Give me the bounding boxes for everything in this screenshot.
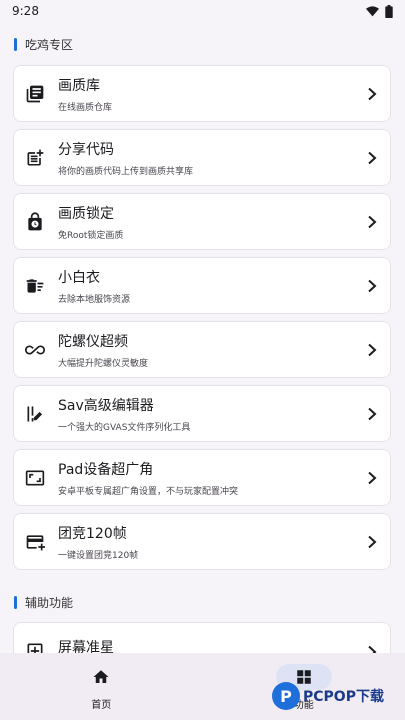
item-title: 画质锁定	[58, 205, 114, 222]
status-icons	[366, 4, 393, 18]
item-subtitle: 将你的画质代码上传到画质共享库	[58, 166, 194, 177]
item-title: Sav高级编辑器	[58, 397, 154, 414]
chevron-right-icon	[368, 535, 377, 548]
item-title: 分享代码	[58, 141, 114, 158]
infinity-icon	[25, 340, 45, 360]
item-subtitle: 免Root锁定画质	[58, 230, 124, 241]
item-white-clothes[interactable]: 小白衣 去除本地服饰资源	[13, 257, 391, 314]
section-accent-bar	[14, 596, 17, 609]
chevron-right-icon	[368, 279, 377, 292]
chevron-right-icon	[368, 215, 377, 228]
section-title: 辅助功能	[25, 596, 74, 610]
item-sav-editor[interactable]: Sav高级编辑器 一个强大的GVAS文件序列化工具	[13, 385, 391, 442]
aspect-ratio-icon	[25, 468, 45, 488]
item-subtitle: 一键设置团竞120帧	[58, 550, 139, 561]
section-title: 吃鸡专区	[25, 38, 74, 52]
item-title: Pad设备超广角	[58, 461, 154, 478]
home-icon	[73, 664, 129, 690]
item-subtitle: 在线画质仓库	[58, 102, 113, 113]
chevron-right-icon	[368, 343, 377, 356]
pcpop-logo-icon: P	[272, 682, 300, 710]
nav-label: 首页	[91, 700, 112, 711]
library-icon	[25, 84, 45, 104]
status-bar: 9:28	[0, 0, 405, 22]
item-quality-lock[interactable]: 画质锁定 免Root锁定画质	[13, 193, 391, 250]
item-subtitle: 去除本地服饰资源	[58, 294, 131, 305]
item-gyro-overclock[interactable]: 陀螺仪超频 大幅提升陀螺仪灵敏度	[13, 321, 391, 378]
item-pad-wide-angle[interactable]: Pad设备超广角 安卓平板专属超广角设置，不与玩家配置冲突	[13, 449, 391, 506]
item-subtitle: 安卓平板专属超广角设置，不与玩家配置冲突	[58, 486, 239, 497]
section-accent-bar	[14, 38, 17, 51]
item-share-code[interactable]: 分享代码 将你的画质代码上传到画质共享库	[13, 129, 391, 186]
payment-card-icon	[25, 532, 45, 552]
item-quality-library[interactable]: 画质库 在线画质仓库	[13, 65, 391, 122]
item-subtitle: 一个强大的GVAS文件序列化工具	[58, 422, 191, 433]
nav-home[interactable]: 首页	[0, 653, 203, 720]
chevron-right-icon	[368, 407, 377, 420]
delete-sweep-icon	[25, 276, 45, 296]
battery-icon	[385, 4, 393, 18]
chevron-right-icon	[368, 151, 377, 164]
chevron-right-icon	[368, 471, 377, 484]
section-header-pubg: 吃鸡专区	[14, 36, 73, 53]
item-team-120fps[interactable]: 团竞120帧 一键设置团竞120帧	[13, 513, 391, 570]
wifi-icon	[366, 5, 379, 16]
item-title: 画质库	[58, 77, 100, 94]
section-header-assist: 辅助功能	[14, 594, 73, 611]
status-time: 9:28	[12, 4, 39, 18]
item-subtitle: 大幅提升陀螺仪灵敏度	[58, 358, 149, 369]
lock-clock-icon	[25, 212, 45, 232]
item-title: 团竞120帧	[58, 525, 127, 542]
item-title: 小白衣	[58, 269, 100, 286]
edit-attributes-icon	[25, 404, 45, 424]
watermark-text: PCPOP下载	[303, 689, 384, 705]
chevron-right-icon	[368, 87, 377, 100]
item-title: 陀螺仪超频	[58, 333, 128, 350]
watermark: P PCPOP下载	[272, 676, 384, 716]
post-add-icon	[25, 148, 45, 168]
